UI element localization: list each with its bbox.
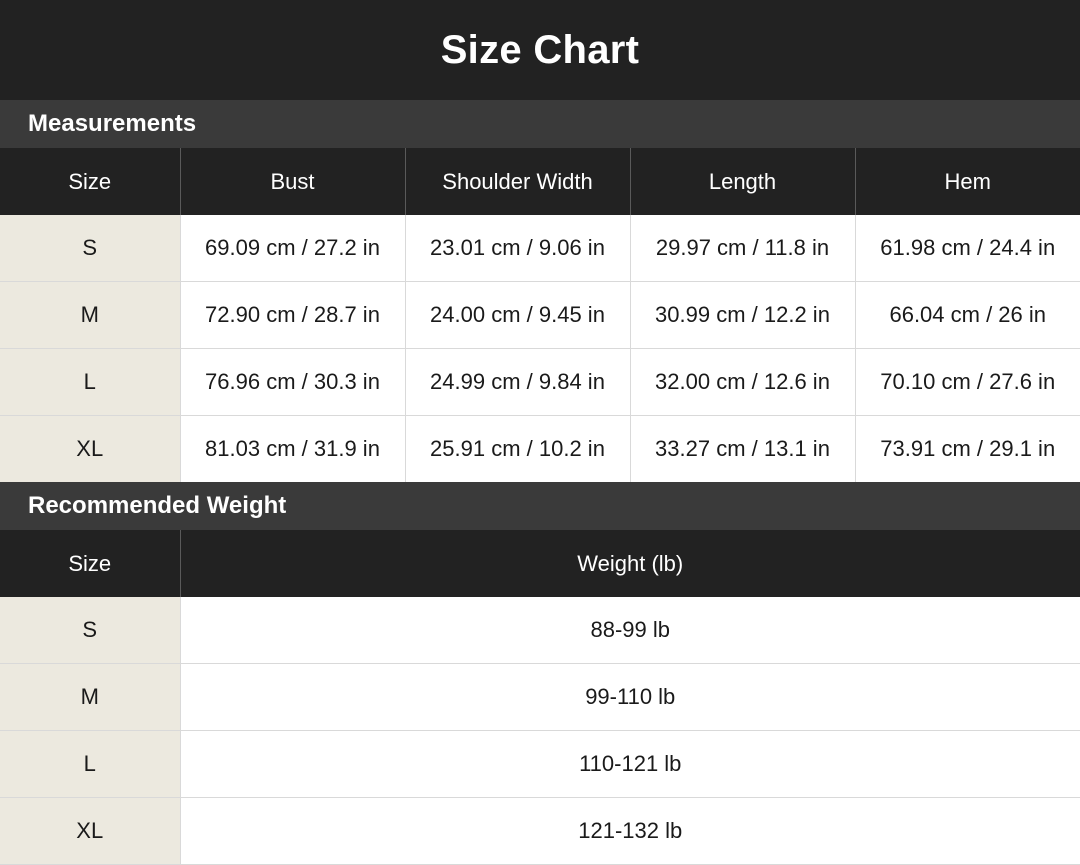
column-header-size: Size [0,148,180,215]
bust-cell: 76.96 cm / 30.3 in [179,348,405,416]
title-bar: Size Chart [0,0,1080,100]
weight-table: Size Weight (lb) S 88-99 lb M 99-110 lb … [0,530,1080,865]
column-header-weight: Weight (lb) [179,530,1080,597]
weight-section-header: Recommended Weight [0,482,1080,530]
weight-cell: 99-110 lb [179,663,1080,731]
table-row: S 88-99 lb [0,597,1080,664]
shoulder-width-cell: 23.01 cm / 9.06 in [404,215,630,282]
column-header-length: Length [629,148,855,215]
shoulder-width-cell: 25.91 cm / 10.2 in [404,415,630,482]
size-cell: S [0,215,180,282]
hem-cell: 73.91 cm / 29.1 in [854,415,1080,482]
table-row: M 99-110 lb [0,663,1080,731]
weight-cell: 88-99 lb [179,597,1080,664]
bust-cell: 69.09 cm / 27.2 in [179,215,405,282]
hem-cell: 66.04 cm / 26 in [854,281,1080,349]
table-row: L 76.96 cm / 30.3 in 24.99 cm / 9.84 in … [0,348,1080,416]
size-cell: XL [0,797,180,865]
length-cell: 29.97 cm / 11.8 in [629,215,855,282]
measurements-table: Size Bust Shoulder Width Length Hem S 69… [0,148,1080,482]
size-cell: M [0,281,180,349]
shoulder-width-cell: 24.00 cm / 9.45 in [404,281,630,349]
hem-cell: 61.98 cm / 24.4 in [854,215,1080,282]
size-cell: XL [0,415,180,482]
table-row: XL 121-132 lb [0,797,1080,865]
measurements-section-title: Measurements [28,110,197,137]
table-row: XL 81.03 cm / 31.9 in 25.91 cm / 10.2 in… [0,415,1080,482]
table-row: L 110-121 lb [0,730,1080,798]
size-cell: S [0,597,180,664]
weight-cell: 110-121 lb [179,730,1080,798]
table-row: S 69.09 cm / 27.2 in 23.01 cm / 9.06 in … [0,215,1080,282]
weight-cell: 121-132 lb [179,797,1080,865]
length-cell: 33.27 cm / 13.1 in [629,415,855,482]
page-title: Size Chart [440,27,640,72]
measurements-section-header: Measurements [0,100,1080,148]
size-cell: L [0,730,180,798]
size-cell: M [0,663,180,731]
measurements-header-row: Size Bust Shoulder Width Length Hem [0,148,1080,215]
weight-header-row: Size Weight (lb) [0,530,1080,597]
hem-cell: 70.10 cm / 27.6 in [854,348,1080,416]
size-chart-page: Size Chart Measurements Size Bust Should… [0,0,1080,865]
column-header-shoulder-width: Shoulder Width [404,148,630,215]
shoulder-width-cell: 24.99 cm / 9.84 in [404,348,630,416]
column-header-hem: Hem [854,148,1080,215]
length-cell: 32.00 cm / 12.6 in [629,348,855,416]
weight-section-title: Recommended Weight [28,492,287,519]
length-cell: 30.99 cm / 12.2 in [629,281,855,349]
bust-cell: 81.03 cm / 31.9 in [179,415,405,482]
column-header-size: Size [0,530,180,597]
column-header-bust: Bust [179,148,405,215]
table-row: M 72.90 cm / 28.7 in 24.00 cm / 9.45 in … [0,281,1080,349]
size-cell: L [0,348,180,416]
bust-cell: 72.90 cm / 28.7 in [179,281,405,349]
